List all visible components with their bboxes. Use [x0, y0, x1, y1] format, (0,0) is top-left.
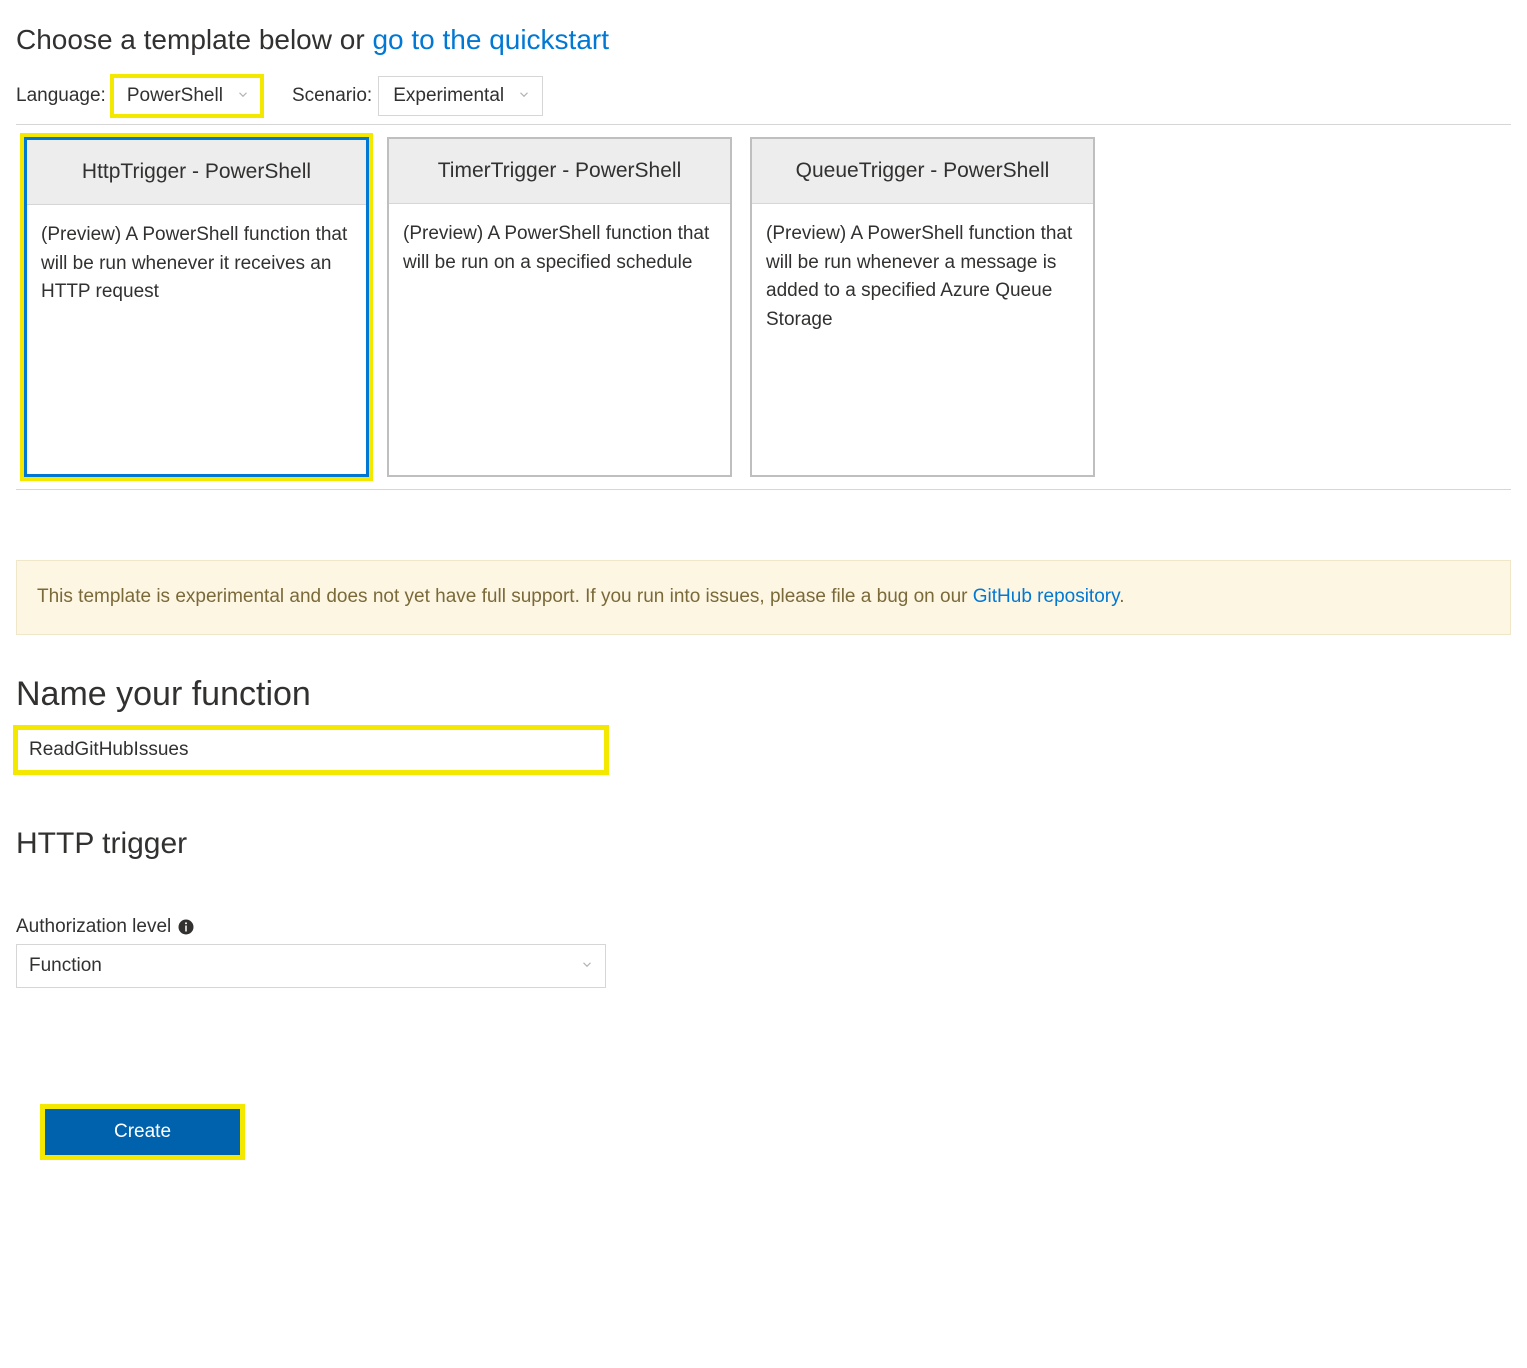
experimental-warning: This template is experimental and does n… — [16, 560, 1511, 635]
template-card-title: QueueTrigger - PowerShell — [752, 139, 1093, 204]
template-card-timer[interactable]: TimerTrigger - PowerShell (Preview) A Po… — [387, 137, 732, 477]
scenario-label: Scenario: — [292, 85, 372, 107]
header-prefix: Choose a template below or — [16, 24, 372, 55]
http-trigger-heading: HTTP trigger — [16, 827, 1511, 861]
warning-text-prefix: This template is experimental and does n… — [37, 586, 973, 607]
quickstart-link[interactable]: go to the quickstart — [372, 24, 609, 55]
auth-level-value: Function — [29, 955, 102, 976]
auth-level-label: Authorization level — [16, 916, 171, 938]
name-function-heading: Name your function — [16, 675, 1511, 714]
language-select[interactable]: PowerShell — [112, 76, 262, 116]
filters-row: Language: PowerShell Scenario: Experimen… — [16, 76, 1511, 116]
create-button[interactable]: Create — [44, 1108, 241, 1156]
template-card-title: TimerTrigger - PowerShell — [389, 139, 730, 204]
page-header: Choose a template below or go to the qui… — [16, 24, 1511, 56]
function-name-input-wrap — [16, 728, 606, 772]
template-card-description: (Preview) A PowerShell function that wil… — [752, 204, 1093, 350]
scenario-select-value: Experimental — [393, 85, 504, 107]
auth-level-label-row: Authorization level — [16, 916, 1511, 938]
template-card-http[interactable]: HttpTrigger - PowerShell (Preview) A Pow… — [24, 137, 369, 477]
language-select-value: PowerShell — [127, 85, 223, 107]
info-icon[interactable] — [177, 918, 195, 936]
template-card-description: (Preview) A PowerShell function that wil… — [27, 205, 366, 323]
template-card-description: (Preview) A PowerShell function that wil… — [389, 204, 730, 293]
auth-level-select[interactable]: Function — [16, 944, 606, 988]
github-repo-link[interactable]: GitHub repository — [973, 586, 1119, 607]
language-filter: Language: PowerShell — [16, 76, 262, 116]
function-name-input[interactable] — [16, 728, 606, 772]
template-card-title: HttpTrigger - PowerShell — [27, 140, 366, 205]
language-label: Language: — [16, 85, 106, 107]
scenario-filter: Scenario: Experimental — [292, 76, 543, 116]
templates-container: HttpTrigger - PowerShell (Preview) A Pow… — [16, 124, 1511, 490]
template-card-queue[interactable]: QueueTrigger - PowerShell (Preview) A Po… — [750, 137, 1095, 477]
warning-text-suffix: . — [1119, 586, 1124, 607]
create-button-wrap: Create — [44, 1108, 241, 1156]
scenario-select[interactable]: Experimental — [378, 76, 543, 116]
